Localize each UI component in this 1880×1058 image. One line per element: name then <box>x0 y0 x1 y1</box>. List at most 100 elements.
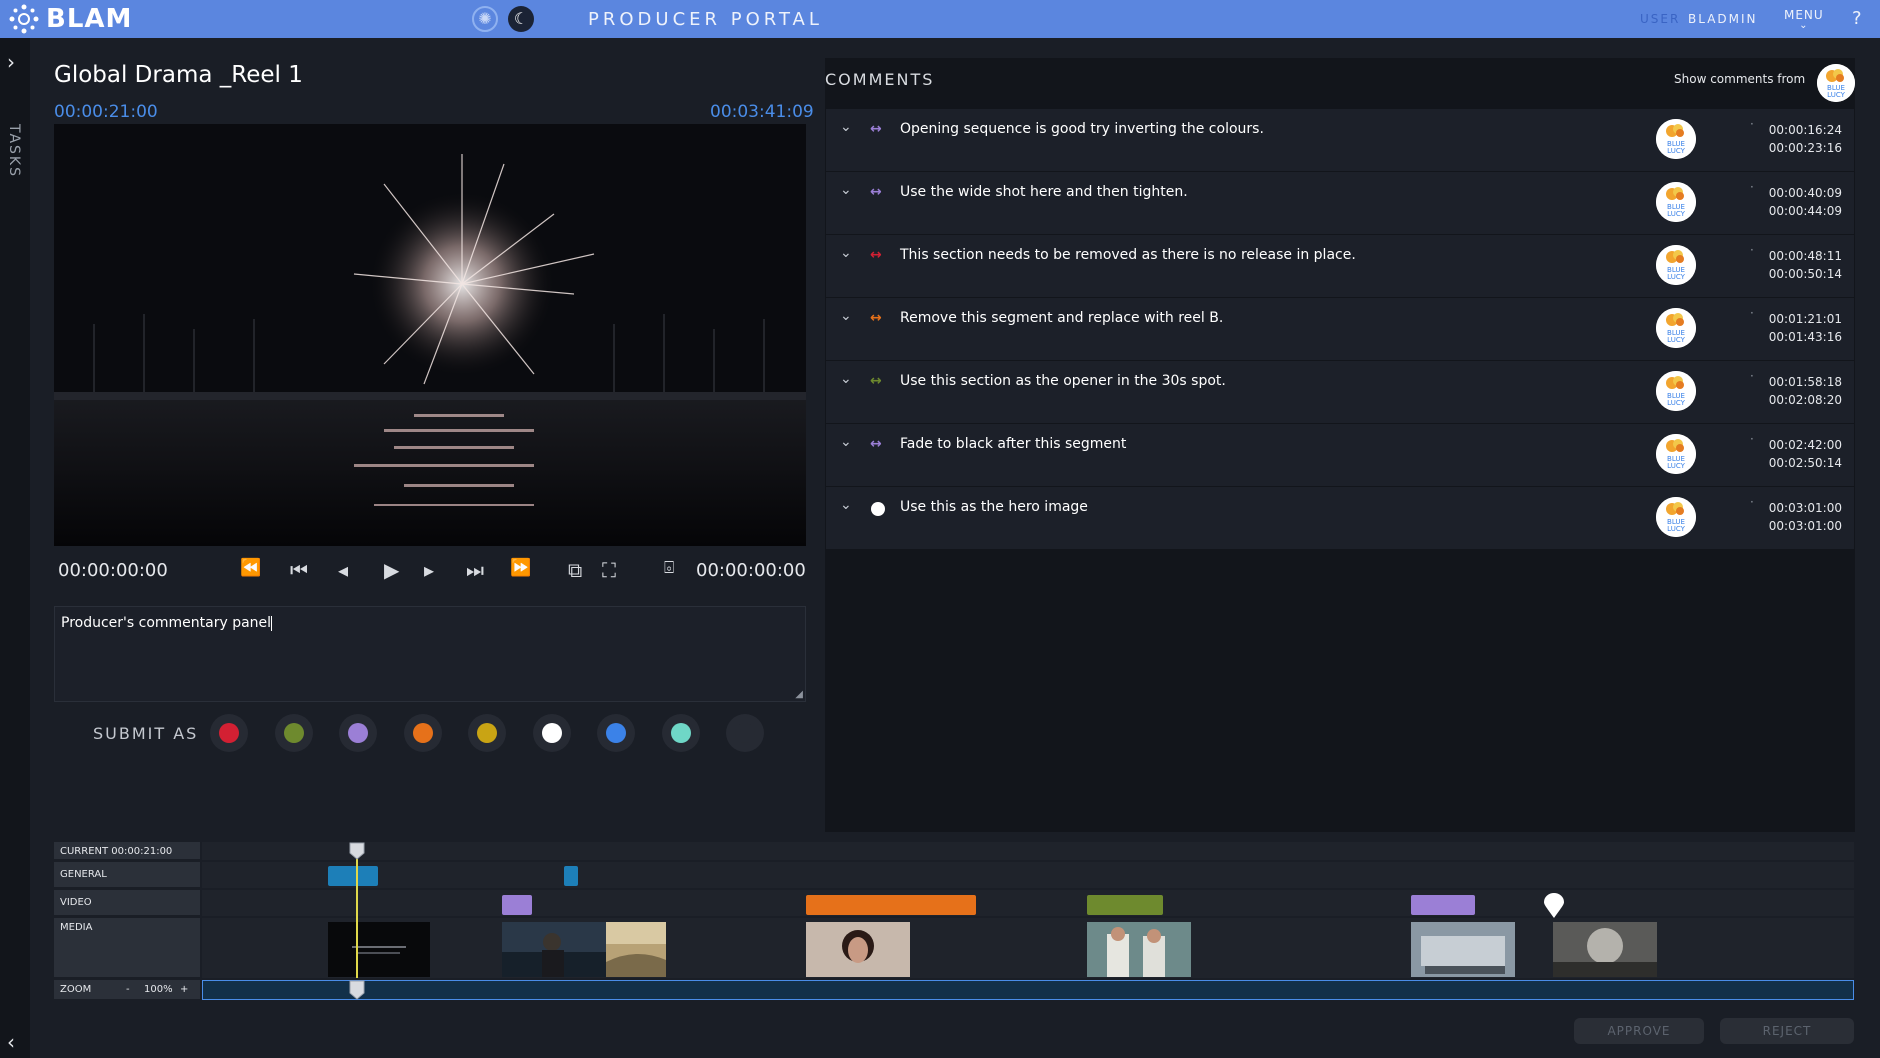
svg-text:LUCY: LUCY <box>1667 336 1685 344</box>
track-label-media: MEDIA <box>54 918 200 978</box>
comment-row[interactable]: ⌄ ↔ Use the wide shot here and then tigh… <box>826 172 1854 235</box>
zoom-in-button[interactable]: + <box>180 984 188 995</box>
color-swatch[interactable] <box>403 714 442 752</box>
media-thumbnail[interactable] <box>1553 922 1657 977</box>
video-clip[interactable] <box>1087 895 1163 915</box>
media-thumbnail[interactable] <box>502 922 606 977</box>
color-swatch[interactable] <box>468 714 506 752</box>
expand-comment-icon[interactable]: ⌄ <box>840 119 852 135</box>
media-thumbnail[interactable] <box>1087 922 1191 977</box>
expand-comment-icon[interactable]: ⌄ <box>840 245 852 261</box>
menu-button[interactable]: MENU ⌄ <box>1784 8 1824 31</box>
video-frame[interactable] <box>54 124 806 546</box>
step-forward-icon[interactable]: ▸ <box>424 558 434 582</box>
expand-comment-icon[interactable]: ⌄ <box>840 497 852 513</box>
color-swatch[interactable] <box>661 714 700 752</box>
playhead-line[interactable] <box>356 848 358 978</box>
skip-to-end-icon[interactable]: ⏭ <box>466 558 484 582</box>
expand-tasks-icon[interactable]: › <box>7 50 15 74</box>
comment-row[interactable]: ⌄ Use this as the hero image BLUE LUCY 0… <box>826 487 1854 550</box>
media-thumbnail[interactable] <box>606 922 666 977</box>
resize-grip-icon[interactable]: ◢ <box>795 689 803 700</box>
help-icon[interactable]: ? <box>1852 8 1862 29</box>
video-clip[interactable] <box>1411 895 1475 915</box>
commenter-avatar: BLUE LUCY <box>1656 245 1696 285</box>
svg-text:LUCY: LUCY <box>1667 210 1685 218</box>
track-video[interactable] <box>202 890 1854 916</box>
pop-out-icon[interactable]: ⧉ <box>568 558 582 582</box>
comment-text: Opening sequence is good try inverting t… <box>900 121 1264 137</box>
point-marker-icon <box>871 502 885 516</box>
expand-comment-icon[interactable]: ⌄ <box>840 371 852 387</box>
bluelucy-avatar-icon: BLUE LUCY <box>1656 182 1696 222</box>
tasks-rail: › TASKS ‹ <box>0 38 30 1058</box>
media-thumbnail[interactable] <box>328 922 430 977</box>
track-general[interactable] <box>202 862 1854 888</box>
fast-forward-icon[interactable]: ⏩ <box>510 558 531 578</box>
reject-button[interactable]: REJECT <box>1720 1018 1854 1044</box>
video-clip[interactable] <box>806 895 976 915</box>
comment-row[interactable]: ⌄ ↔ Opening sequence is good try inverti… <box>826 109 1854 172</box>
commentary-text: Producer's commentary panel <box>61 615 272 631</box>
comment-start-tc: 00:00:16:24 <box>1768 123 1842 137</box>
expand-comment-icon[interactable]: ⌄ <box>840 434 852 450</box>
zoom-scrollbar[interactable] <box>202 980 1854 1000</box>
bluelucy-avatar-icon: BLUE LUCY <box>1656 434 1696 474</box>
snapshot-icon[interactable]: ⌻ <box>664 558 674 578</box>
step-back-icon[interactable]: ◂ <box>338 558 348 582</box>
rewind-icon[interactable]: ⏪ <box>240 558 261 578</box>
range-marker-icon: ↔ <box>870 121 882 137</box>
filter-user-avatar[interactable]: BLUE LUCY <box>1817 64 1855 102</box>
in-timecode: 00:00:00:00 <box>58 560 168 581</box>
out-timecode: 00:00:00:00 <box>696 560 806 581</box>
commentary-textarea[interactable]: Producer's commentary panel ◢ <box>54 606 806 702</box>
comment-row[interactable]: ⌄ ↔ Use this section as the opener in th… <box>826 361 1854 424</box>
tasks-label[interactable]: TASKS <box>6 124 22 178</box>
fullscreen-icon[interactable]: ⛶ <box>602 558 616 582</box>
commenter-avatar: BLUE LUCY <box>1656 182 1696 222</box>
zoom-handle-icon[interactable] <box>349 980 365 1004</box>
logo[interactable]: BLAM <box>8 3 132 35</box>
color-swatch[interactable] <box>210 714 248 752</box>
zoom-control: ZOOM - 100% + <box>54 980 200 1000</box>
zoom-out-button[interactable]: - <box>126 984 130 995</box>
comment-timecodes: 00:00:40:09 00:00:44:09 <box>1746 178 1842 220</box>
general-clip[interactable] <box>328 866 378 886</box>
general-clip[interactable] <box>564 866 578 886</box>
color-swatch[interactable] <box>274 714 313 752</box>
approve-button[interactable]: APPROVE <box>1574 1018 1704 1044</box>
skip-to-start-icon[interactable]: ⏮ <box>290 558 308 582</box>
comment-end-tc: 00:02:08:20 <box>1768 393 1842 407</box>
timeline-current-label: CURRENT 00:00:21:00 <box>54 842 200 860</box>
play-icon[interactable]: ▶ <box>384 558 399 582</box>
color-swatch[interactable] <box>532 714 571 752</box>
color-swatch[interactable] <box>597 714 635 752</box>
media-thumbnail[interactable] <box>806 922 910 977</box>
svg-text:LUCY: LUCY <box>1667 147 1685 155</box>
color-swatch[interactable] <box>726 714 764 752</box>
comment-row[interactable]: ⌄ ↔ This section needs to be removed as … <box>826 235 1854 298</box>
expand-comment-icon[interactable]: ⌄ <box>840 308 852 324</box>
thumbnail-image <box>1087 922 1191 977</box>
video-clip[interactable] <box>502 895 532 915</box>
expand-comment-icon[interactable]: ⌄ <box>840 182 852 198</box>
light-theme-icon[interactable]: ✺ <box>472 6 498 32</box>
current-timecode: 00:00:21:00 <box>54 102 158 122</box>
logo-wordmark: BLAM <box>46 4 133 34</box>
collapse-icon[interactable]: ‹ <box>7 1030 15 1054</box>
svg-text:LUCY: LUCY <box>1667 462 1685 470</box>
bluelucy-avatar-icon: BLUE LUCY <box>1656 245 1696 285</box>
color-swatch[interactable] <box>339 714 377 752</box>
comment-timecodes: 00:02:42:00 00:02:50:14 <box>1746 430 1842 472</box>
media-thumbnail[interactable] <box>1411 922 1515 977</box>
thumbnail-image <box>502 922 606 977</box>
comment-row[interactable]: ⌄ ↔ Fade to black after this segment BLU… <box>826 424 1854 487</box>
timeline-ruler[interactable] <box>202 842 1854 860</box>
playhead-handle-icon[interactable] <box>349 842 365 864</box>
comment-row[interactable]: ⌄ ↔ Remove this segment and replace with… <box>826 298 1854 361</box>
point-marker-icon[interactable] <box>1543 893 1565 923</box>
comment-start-tc: 00:02:42:00 <box>1768 438 1842 452</box>
user-name[interactable]: BLADMIN <box>1688 12 1758 26</box>
dark-theme-icon[interactable]: ☾ <box>508 6 534 32</box>
submit-as-label: SUBMIT AS <box>93 724 199 743</box>
